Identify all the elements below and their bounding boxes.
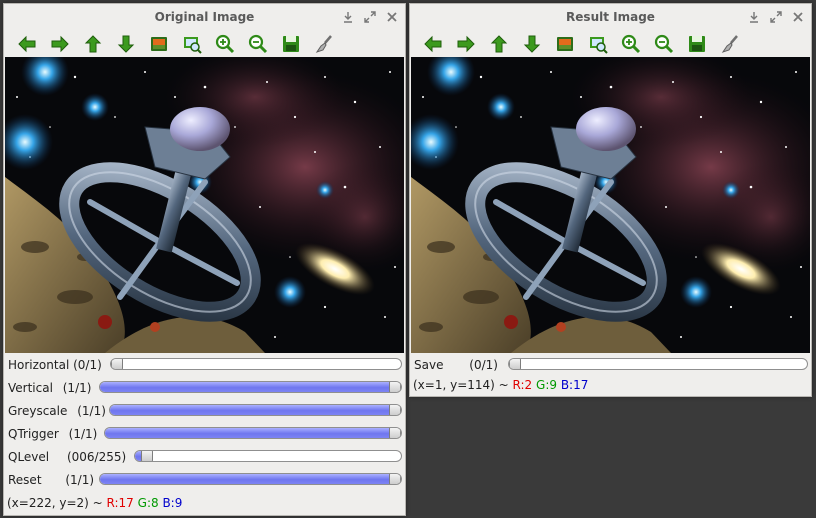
- slider-track[interactable]: [110, 358, 402, 370]
- slider-label: Reset: [8, 473, 42, 487]
- slider-label: QTrigger: [8, 427, 59, 441]
- pin-icon[interactable]: [340, 9, 356, 25]
- slider-handle[interactable]: [111, 359, 123, 369]
- toolbar: [410, 30, 811, 58]
- slider-handle[interactable]: [389, 474, 401, 484]
- pixel-blue: B:17: [560, 378, 589, 392]
- slider-vertical: Vertical (1/1): [8, 379, 402, 397]
- slider-label: Greyscale: [8, 404, 68, 418]
- slider-handle[interactable]: [389, 382, 401, 392]
- slider-label: Save: [414, 358, 444, 372]
- slider-track[interactable]: [508, 358, 808, 370]
- slider-count: (0/1): [73, 358, 102, 372]
- slider-qtrigger: QTrigger (1/1): [8, 425, 402, 443]
- pixel-red: R:2: [512, 378, 533, 392]
- slider-fill: [110, 405, 395, 415]
- slider-count: (006/255): [66, 450, 127, 464]
- close-icon[interactable]: [384, 9, 400, 25]
- save-icon[interactable]: [274, 31, 307, 57]
- space-station-image: [5, 57, 404, 353]
- status-bar: (x=1, y=114) ~ R:2 G:9 B:17: [413, 378, 588, 392]
- zoom-fit-icon[interactable]: [581, 31, 614, 57]
- slider-fill: [100, 474, 395, 484]
- pin-icon[interactable]: [746, 9, 762, 25]
- slider-handle[interactable]: [389, 405, 401, 415]
- pan-up-icon[interactable]: [482, 31, 515, 57]
- pan-up-icon[interactable]: [76, 31, 109, 57]
- image-view[interactable]: [5, 57, 404, 353]
- brush-icon[interactable]: [307, 31, 340, 57]
- pixel-green: G:9: [536, 378, 557, 392]
- zoom-in-icon[interactable]: [208, 31, 241, 57]
- title-bar[interactable]: Original Image: [4, 4, 405, 30]
- pan-down-icon[interactable]: [515, 31, 548, 57]
- slider-count: (1/1): [68, 427, 98, 441]
- slider-track[interactable]: [99, 381, 402, 393]
- pixel-green: G:8: [137, 496, 159, 510]
- cursor-coords: (x=1, y=114) ~: [413, 378, 513, 392]
- slider-label: Vertical: [8, 381, 53, 395]
- save-icon[interactable]: [680, 31, 713, 57]
- slider-save: Save (0/1): [414, 356, 808, 374]
- slider-track[interactable]: [134, 450, 402, 462]
- slider-handle[interactable]: [140, 451, 153, 461]
- slider-count: (1/1): [77, 404, 106, 418]
- slider-horizontal: Horizontal (0/1): [8, 356, 402, 374]
- slider-track[interactable]: [104, 427, 402, 439]
- status-bar: (x=222, y=2) ~ R:17 G:8 B:9: [7, 496, 182, 510]
- slider-handle[interactable]: [509, 359, 521, 369]
- slider-qlevel: QLevel (006/255): [8, 448, 402, 466]
- image-icon[interactable]: [548, 31, 581, 57]
- slider-label: Horizontal: [8, 358, 70, 372]
- zoom-out-icon[interactable]: [647, 31, 680, 57]
- slider-fill: [100, 382, 395, 392]
- pan-down-icon[interactable]: [109, 31, 142, 57]
- close-icon[interactable]: [790, 9, 806, 25]
- pixel-red: R:17: [106, 496, 134, 510]
- pan-left-icon[interactable]: [10, 31, 43, 57]
- slider-handle[interactable]: [389, 428, 401, 438]
- slider-count: (1/1): [62, 381, 92, 395]
- original-image-window: Original Image Horizontal (0/1) Vertical…: [3, 3, 406, 516]
- zoom-in-icon[interactable]: [614, 31, 647, 57]
- slider-track[interactable]: [109, 404, 402, 416]
- pixel-blue: B:9: [162, 496, 183, 510]
- slider-label: QLevel: [8, 450, 50, 464]
- slider-reset: Reset (1/1): [8, 471, 402, 489]
- cursor-coords: (x=222, y=2) ~: [7, 496, 107, 510]
- slider-greyscale: Greyscale (1/1): [8, 402, 402, 420]
- title-bar[interactable]: Result Image: [410, 4, 811, 30]
- result-image-window: Result Image Save (0/1) (x=1, y=114) ~ R…: [409, 3, 812, 397]
- maximize-icon[interactable]: [768, 9, 784, 25]
- maximize-icon[interactable]: [362, 9, 378, 25]
- image-view[interactable]: [411, 57, 810, 353]
- image-icon[interactable]: [142, 31, 175, 57]
- toolbar: [4, 30, 405, 58]
- pan-right-icon[interactable]: [449, 31, 482, 57]
- zoom-out-icon[interactable]: [241, 31, 274, 57]
- slider-fill: [105, 428, 395, 438]
- slider-track[interactable]: [99, 473, 402, 485]
- pan-right-icon[interactable]: [43, 31, 76, 57]
- brush-icon[interactable]: [713, 31, 746, 57]
- pan-left-icon[interactable]: [416, 31, 449, 57]
- slider-count: (0/1): [469, 358, 498, 372]
- slider-count: (1/1): [65, 473, 95, 487]
- zoom-fit-icon[interactable]: [175, 31, 208, 57]
- space-station-image: [411, 57, 810, 353]
